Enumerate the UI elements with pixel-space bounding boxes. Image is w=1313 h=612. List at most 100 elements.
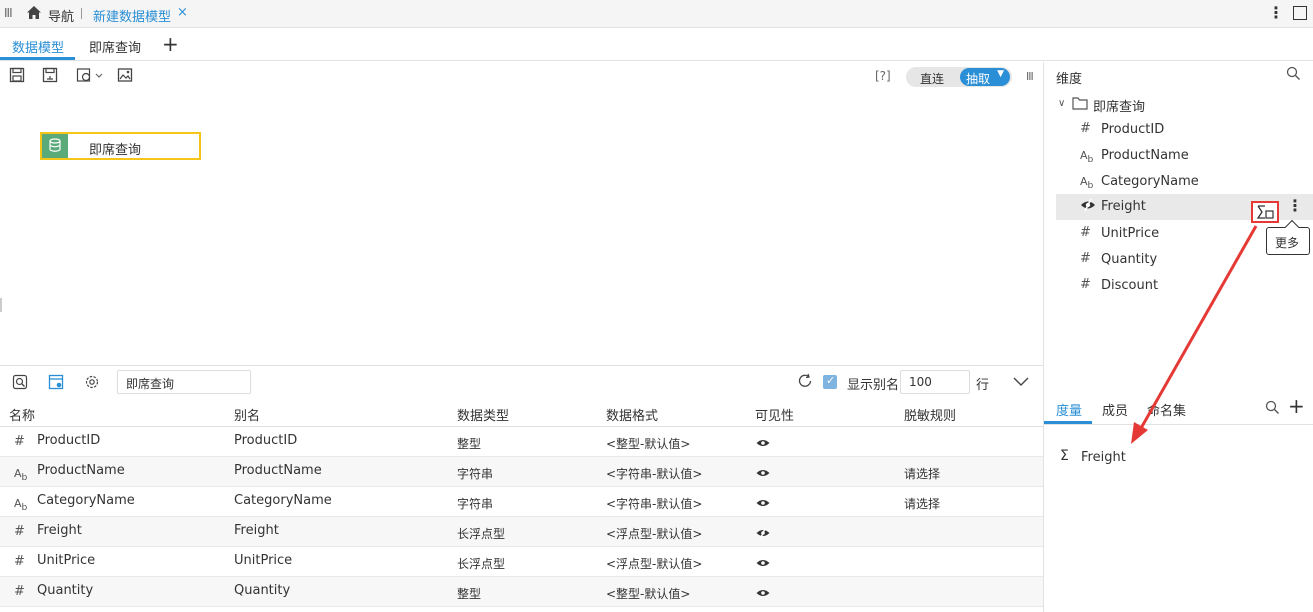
tab-adhoc-query[interactable]: 即席查询 (89, 37, 141, 56)
measure-label: Freight (1081, 450, 1126, 465)
field-data-format[interactable]: <字符串-默认值> (606, 495, 702, 512)
tab-members[interactable]: 成员 (1102, 400, 1128, 419)
field-settings-icon[interactable] (48, 374, 64, 394)
table-row[interactable]: # Quantity Quantity 整型 <整型-默认值> (0, 577, 1043, 607)
tab-measure[interactable]: 度量 (1056, 400, 1082, 419)
field-data-format[interactable]: <整型-默认值> (606, 435, 690, 452)
add-tab-button[interactable]: + (162, 32, 179, 56)
refresh-icon[interactable] (797, 373, 813, 393)
field-item[interactable]: Ab ProductName (1056, 143, 1313, 169)
column-header-visibility: 可见性 (755, 409, 795, 424)
home-icon[interactable] (26, 5, 42, 25)
search-icon[interactable] (1265, 400, 1280, 419)
chevron-down-icon[interactable] (1013, 374, 1029, 392)
text-type-icon: Ab (14, 467, 28, 484)
field-label: ProductName (1101, 148, 1189, 163)
visible-eye-icon[interactable] (756, 437, 770, 452)
chevron-down-icon[interactable]: ∨ (1058, 98, 1065, 109)
table-row[interactable]: # ProductID ProductID 整型 <整型-默认值> (0, 427, 1043, 457)
table-row[interactable]: # UnitPrice UnitPrice 长浮点型 <浮点型-默认值> (0, 547, 1043, 577)
show-alias-checkbox[interactable]: ✓ (823, 374, 837, 389)
field-alias[interactable]: Freight (234, 523, 279, 538)
table-row[interactable]: Ab ProductName ProductName 字符串 <字符串-默认值>… (0, 457, 1043, 487)
text-type-icon: Ab (14, 497, 28, 514)
field-item[interactable]: Ab CategoryName (1056, 169, 1313, 195)
field-alias[interactable]: UnitPrice (234, 553, 292, 568)
text-type-icon: Ab (1080, 175, 1094, 192)
table-row[interactable]: # Freight Freight 长浮点型 <浮点型-默认值> (0, 517, 1043, 547)
field-name: UnitPrice (37, 553, 96, 568)
field-alias[interactable]: ProductID (234, 433, 297, 448)
field-data-type[interactable]: 字符串 (457, 495, 493, 512)
hidden-eye-icon[interactable] (756, 527, 770, 543)
table-row[interactable]: Ab CategoryName CategoryName 字符串 <字符串-默认… (0, 487, 1043, 517)
tab-active-indicator (0, 57, 75, 60)
top-bar: III 导航 新建数据模型 × ⋮ (0, 0, 1313, 28)
search-icon[interactable] (1286, 66, 1301, 85)
masking-rule[interactable]: 请选择 (904, 465, 940, 482)
field-label: Discount (1101, 278, 1159, 293)
more-options-icon[interactable]: ⋮ (1268, 3, 1284, 22)
field-data-format[interactable]: <字符串-默认值> (606, 465, 702, 482)
table-header: 名称 别名 数据类型 数据格式 可见性 脱敏规则 (0, 397, 1043, 427)
column-header-masking: 脱敏规则 (904, 409, 957, 424)
field-data-type[interactable]: 字符串 (457, 465, 493, 482)
field-item[interactable]: # Discount (1056, 273, 1313, 299)
resize-handle[interactable] (0, 298, 2, 312)
model-canvas[interactable] (0, 62, 1043, 365)
row-count-input[interactable]: 100 (900, 370, 970, 394)
field-name: Freight (37, 523, 82, 538)
row-unit-label: 行 (976, 378, 990, 393)
visible-eye-icon[interactable] (756, 467, 770, 482)
field-data-type[interactable]: 长浮点型 (457, 525, 505, 542)
number-type-icon: # (14, 554, 25, 569)
tab-new-data-model[interactable]: 新建数据模型 (93, 6, 171, 25)
close-icon[interactable]: × (177, 5, 188, 20)
tab-named-sets[interactable]: 命名集 (1147, 400, 1186, 419)
field-label: Quantity (1101, 252, 1158, 267)
field-name: ProductName (37, 463, 125, 478)
tab-separator (81, 8, 82, 19)
number-type-icon: # (1080, 225, 1091, 240)
field-alias[interactable]: CategoryName (234, 493, 332, 508)
masking-rule[interactable]: 请选择 (904, 495, 940, 512)
preview-icon[interactable] (12, 374, 28, 394)
visible-eye-icon[interactable] (756, 557, 770, 572)
folder-label: 即席查询 (1093, 100, 1146, 115)
field-data-type[interactable]: 长浮点型 (457, 555, 505, 572)
number-type-icon: # (1080, 277, 1091, 292)
table-name-field[interactable]: 即席查询 (117, 370, 251, 394)
maximize-icon[interactable] (1293, 6, 1307, 20)
table-node[interactable]: 即席查询 (40, 132, 201, 160)
field-more-icon[interactable]: ⋮ (1287, 196, 1303, 215)
field-data-format[interactable]: <浮点型-默认值> (606, 525, 702, 542)
number-type-icon: # (14, 524, 25, 539)
field-alias[interactable]: ProductName (234, 463, 322, 478)
number-type-icon: # (14, 434, 25, 449)
field-data-format[interactable]: <整型-默认值> (606, 585, 690, 602)
field-data-format[interactable]: <浮点型-默认值> (606, 555, 702, 572)
folder-icon (1072, 96, 1088, 114)
field-label: ProductID (1101, 122, 1165, 137)
show-alias-label: 显示别名 (847, 378, 900, 393)
field-data-type[interactable]: 整型 (457, 435, 481, 452)
field-data-type[interactable]: 整型 (457, 585, 481, 602)
text-type-icon: Ab (1080, 149, 1094, 166)
field-alias[interactable]: Quantity (234, 583, 290, 598)
convert-to-measure-button[interactable] (1251, 201, 1279, 223)
gear-icon[interactable] (84, 374, 100, 394)
field-name: Quantity (37, 583, 94, 598)
visible-eye-icon[interactable] (756, 587, 770, 602)
menu-grip-icon[interactable]: III (4, 6, 13, 20)
add-measure-icon[interactable]: + (1288, 394, 1305, 418)
field-name: ProductID (37, 433, 101, 448)
field-item[interactable]: # ProductID (1056, 117, 1313, 143)
dimension-title: 维度 (1056, 72, 1083, 87)
visible-eye-icon[interactable] (756, 497, 770, 512)
hidden-eye-icon (1080, 198, 1096, 216)
nav-label[interactable]: 导航 (48, 6, 74, 25)
tab-data-model[interactable]: 数据模型 (12, 37, 64, 56)
column-header-alias: 别名 (234, 409, 261, 424)
number-type-icon: # (1080, 121, 1091, 136)
table-node-label: 即席查询 (89, 143, 142, 158)
